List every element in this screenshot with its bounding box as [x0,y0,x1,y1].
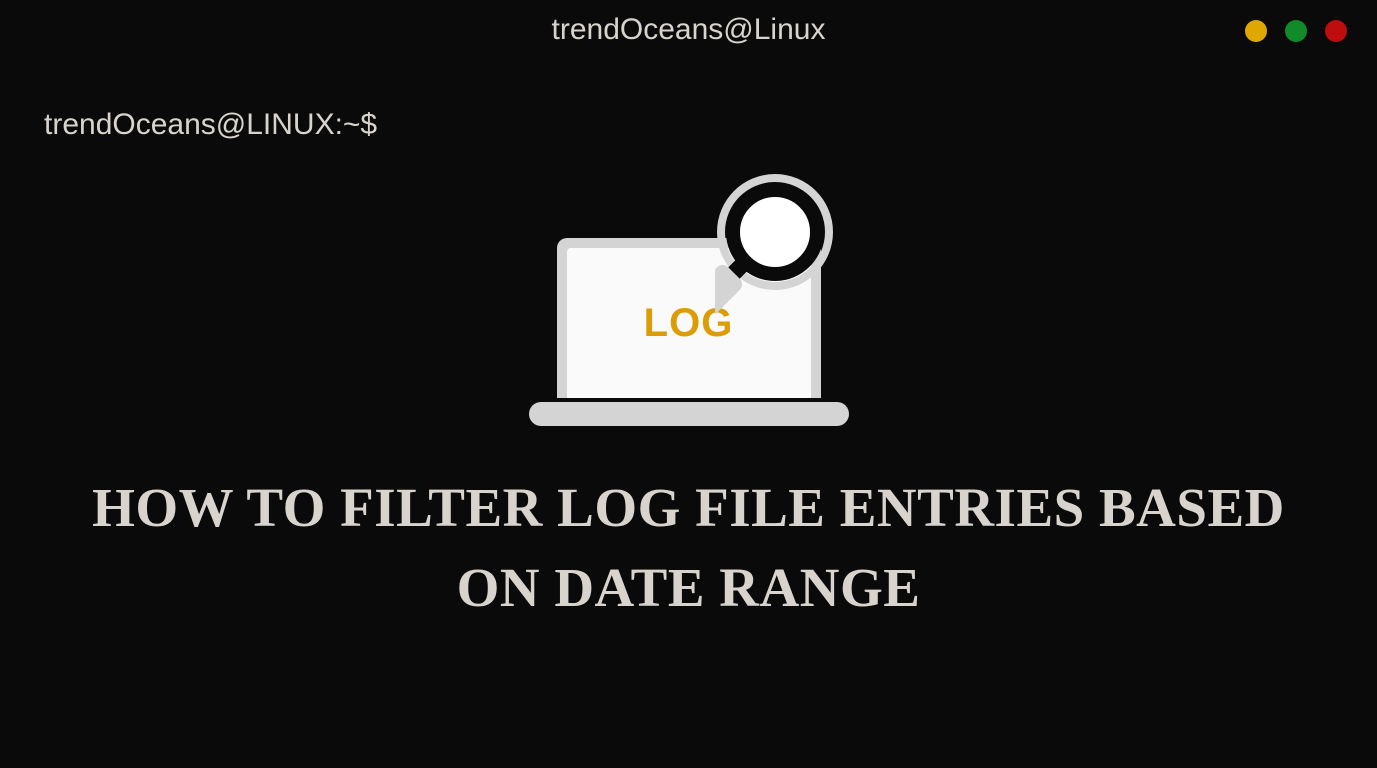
magnifier-icon [715,172,865,322]
hero-illustration: LOG [509,176,869,426]
traffic-lights [1245,20,1347,42]
title-bar: trendOceans@Linux [0,0,1377,60]
close-button[interactable] [1325,20,1347,42]
laptop-base [529,402,849,426]
maximize-button[interactable] [1285,20,1307,42]
shell-prompt: trendOceans@LINUX:~$ [44,108,377,142]
headline: HOW TO FILTER LOG FILE ENTRIES BASED ON … [0,468,1377,628]
minimize-button[interactable] [1245,20,1267,42]
window-title: trendOceans@Linux [552,13,826,47]
